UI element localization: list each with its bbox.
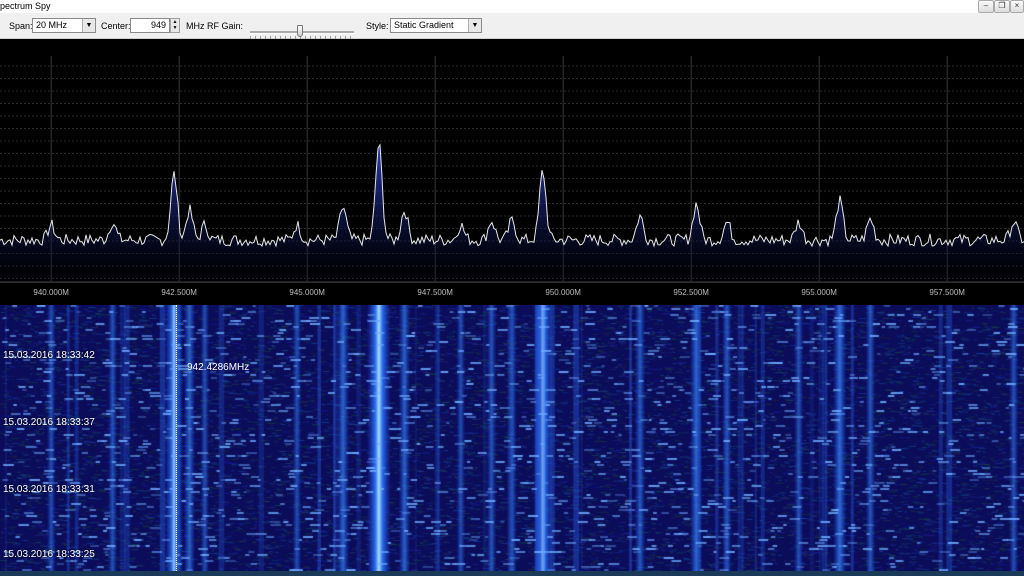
minimize-icon[interactable]: –	[978, 0, 994, 13]
waterfall-display[interactable]: 942.4286MHz 15.03.2016 18:33:42 15.03.20…	[0, 305, 1024, 571]
timestamp-label: 15.03.2016 18:33:25	[3, 549, 95, 560]
rfgain-slider-ticks	[250, 36, 354, 39]
tick-label: 942.500M	[161, 288, 197, 297]
tick-label: 955.000M	[801, 288, 837, 297]
close-icon[interactable]: ×	[1010, 0, 1024, 13]
chevron-down-icon: ▼	[468, 19, 481, 32]
tick-label: 957.500M	[929, 288, 965, 297]
tick-label: 947.500M	[417, 288, 453, 297]
center-unit: MHz	[186, 21, 205, 31]
spectrum-plot[interactable]: 940.000M 942.500M 945.000M 947.500M 950.000M…	[0, 56, 1024, 302]
timestamp-label: 15.03.2016 18:33:37	[3, 417, 95, 428]
frequency-cursor[interactable]	[176, 305, 177, 571]
tick-label: 940.000M	[33, 288, 69, 297]
center-input[interactable]: 949	[130, 18, 170, 33]
center-label: Center:	[101, 21, 131, 31]
spectrum-fill	[0, 144, 1024, 282]
style-select[interactable]: Static Gradient ▼	[390, 18, 482, 33]
span-select[interactable]: 20 MHz ▼	[32, 18, 96, 33]
restore-icon[interactable]: ❐	[994, 0, 1010, 13]
cursor-frequency-label: 942.4286MHz	[187, 362, 250, 373]
taskbar	[0, 571, 1024, 576]
span-label: Span:	[9, 21, 33, 31]
window-title: pectrum Spy	[0, 1, 51, 11]
timestamp-label: 15.03.2016 18:33:42	[3, 350, 95, 361]
frequency-axis: 940.000M 942.500M 945.000M 947.500M 950.000M…	[33, 288, 965, 297]
tick-label: 950.000M	[545, 288, 581, 297]
tick-label: 945.000M	[289, 288, 325, 297]
chevron-down-icon: ▼	[82, 19, 95, 32]
span-value: 20 MHz	[36, 20, 68, 30]
tick-label: 952.500M	[673, 288, 709, 297]
style-label: Style:	[366, 21, 389, 31]
title-bar: pectrum Spy – ❐ ×	[0, 0, 1024, 13]
timestamp-label: 15.03.2016 18:33:31	[3, 484, 95, 495]
rfgain-slider-thumb[interactable]	[297, 25, 304, 37]
toolbar: Span: 20 MHz ▼ Center: 949 ▲ ▼ MHz RF Gai…	[0, 13, 1024, 39]
style-value: Static Gradient	[394, 20, 454, 30]
center-stepper[interactable]: ▲ ▼	[170, 18, 180, 33]
waterfall-canvas	[0, 305, 1024, 571]
rfgain-label: RF Gain:	[207, 21, 244, 31]
